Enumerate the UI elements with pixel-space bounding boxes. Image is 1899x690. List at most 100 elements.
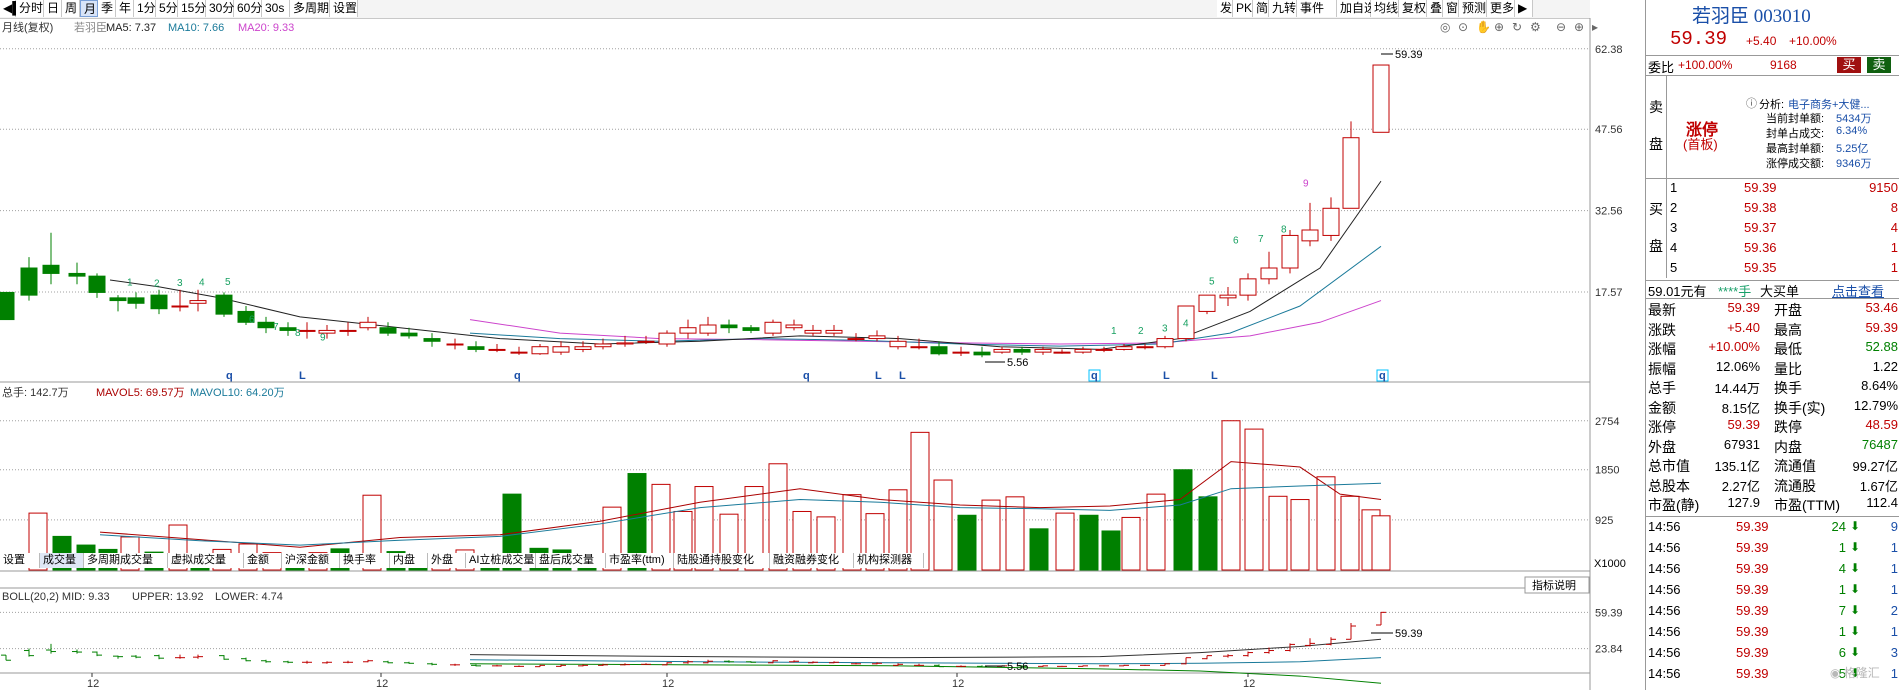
indicator-tab-10[interactable]: 盘后成交量: [536, 553, 606, 568]
buy-label-char2: 盘: [1649, 238, 1663, 254]
price-axis-tick: 47.56: [1595, 124, 1623, 136]
tool-button-9[interactable]: 窗: [1443, 0, 1459, 17]
zoom-icon: ⊙: [1458, 20, 1468, 34]
candle-body: [720, 324, 738, 329]
candle-body: [215, 294, 233, 315]
tool-button-5[interactable]: 加自选: [1337, 0, 1376, 17]
limit-stat-value: 5434万: [1836, 113, 1872, 125]
price-axis: 62.38 47.56 32.56 17.57: [1595, 44, 1623, 299]
period-tab-5[interactable]: 年: [116, 0, 134, 17]
quote-value: 8.64%: [1861, 378, 1898, 393]
tool-button-1[interactable]: PK: [1233, 0, 1253, 17]
quote-label: 涨停: [1648, 419, 1676, 435]
candle-body: [952, 351, 970, 354]
period-tab-7[interactable]: 5分: [156, 0, 178, 17]
tick-time: 14:56: [1648, 561, 1681, 576]
quote-value: 59.39: [1727, 417, 1760, 432]
tool-button-11[interactable]: 更多: [1487, 0, 1515, 17]
period-tab-13[interactable]: 设置: [330, 0, 358, 17]
period-tab-3[interactable]: 月: [80, 0, 98, 17]
indicator-tab-4[interactable]: 金额: [244, 553, 282, 568]
buy-button[interactable]: 买: [1837, 57, 1861, 73]
kline-chart[interactable]: 月线(复权) 若羽臣 MA5: 7.37 MA10: 7.66 MA20: 9.…: [0, 18, 1645, 690]
quote-label: 换手(实): [1774, 399, 1826, 416]
quote-value: 12.79%: [1853, 397, 1898, 413]
candle-body: [488, 348, 506, 351]
chart-tool-icons[interactable]: ◎ ⊙ ✋ ⊕ ↻ ⚙ ⊖ ⊕ ▸: [1440, 20, 1598, 34]
indicator-tab-1[interactable]: 成交量: [40, 553, 84, 568]
settings-icon: ⚙: [1530, 20, 1541, 34]
x-axis-label: 12: [662, 678, 674, 690]
candle-body: [594, 343, 612, 348]
period-tab-0[interactable]: 分时: [16, 0, 44, 17]
tick-volume: 24: [1831, 519, 1846, 534]
indicator-tab-14[interactable]: 机构探测器: [854, 553, 924, 568]
indicator-tab-0[interactable]: 设置: [0, 553, 40, 568]
tool-button-10[interactable]: 预测: [1459, 0, 1487, 17]
td-up-mark: 2: [1138, 326, 1144, 337]
tool-button-8[interactable]: 叠: [1427, 0, 1443, 17]
indicator-tab-13[interactable]: 融资融券变化: [770, 553, 854, 568]
pattern-mark: q: [514, 370, 521, 382]
price-change-pct: +10.00%: [1789, 34, 1837, 48]
indicator-tab-12[interactable]: 陆股通持股变化: [674, 553, 770, 568]
tick-count: 1: [1890, 666, 1898, 681]
td-down-mark: 8: [295, 328, 301, 339]
candle-body: [1342, 137, 1360, 209]
tool-button-0[interactable]: 发: [1217, 0, 1233, 17]
quote-label: 开盘: [1774, 302, 1802, 318]
indicator-tab-2[interactable]: 多周期成交量: [84, 553, 168, 568]
period-tab-9[interactable]: 30分: [206, 0, 234, 17]
nav-back-icon[interactable]: ◀▌: [0, 0, 21, 17]
candle-body: [1013, 348, 1031, 353]
pattern-mark: q: [1091, 370, 1098, 382]
weibi-value: 9168: [1770, 58, 1797, 72]
indicator-tab-9[interactable]: AI立桩成交量: [466, 553, 536, 568]
stock-name-label: 若羽臣: [74, 21, 107, 34]
indicator-tab-8[interactable]: 外盘: [428, 553, 466, 568]
period-tab-1[interactable]: 日: [44, 0, 62, 17]
tool-button-3[interactable]: 九转: [1269, 0, 1297, 17]
indicator-tab-6[interactable]: 换手率: [340, 553, 390, 568]
candle-body: [1281, 234, 1299, 269]
indicator-tab-3[interactable]: 虚拟成交量: [168, 553, 244, 568]
candle-body: [889, 340, 907, 348]
sell-button[interactable]: 卖: [1867, 57, 1891, 73]
tick-count: 1: [1890, 624, 1898, 639]
buy-label-char1: 买: [1649, 201, 1663, 217]
td-down-mark: 7: [273, 322, 279, 333]
candle-body: [552, 346, 570, 353]
period-tab-12[interactable]: 多周期: [290, 0, 330, 17]
quote-value: 8.15亿: [1721, 400, 1760, 416]
candle-body: [868, 335, 886, 340]
buy-level: 4: [1670, 240, 1678, 255]
price-title: 月线(复权): [2, 20, 53, 34]
period-tab-4[interactable]: 季: [98, 0, 116, 17]
period-tab-11[interactable]: 30s: [262, 0, 290, 17]
indicator-tab-5[interactable]: 沪深金额: [282, 553, 340, 568]
tool-button-6[interactable]: 均线: [1371, 0, 1399, 17]
quote-label: 振幅: [1648, 360, 1676, 377]
limit-stat-value: 9346万: [1836, 158, 1872, 170]
period-tab-10[interactable]: 60分: [234, 0, 262, 17]
period-tab-8[interactable]: 15分: [178, 0, 206, 17]
candle-body: [742, 327, 760, 331]
buy-price: 59.36: [1744, 240, 1777, 255]
tick-time: 14:56: [1648, 582, 1681, 597]
tool-button-4[interactable]: 事件: [1297, 0, 1337, 17]
tool-button-2[interactable]: 简: [1253, 0, 1269, 17]
volume-bar: [1244, 428, 1264, 571]
indicator-tab-11[interactable]: 市盈率(ttm): [606, 553, 674, 568]
candle-body: [930, 346, 948, 355]
tick-price: 59.39: [1736, 666, 1769, 681]
period-tab-2[interactable]: 周: [62, 0, 80, 17]
tool-button-7[interactable]: 复权: [1399, 0, 1427, 17]
indicator-tab-7[interactable]: 内盘: [390, 553, 428, 568]
nav-forward-icon[interactable]: ▶: [1515, 0, 1533, 17]
quote-label: 量比: [1774, 360, 1802, 377]
tick-volume: 6: [1838, 645, 1846, 660]
tick-count: 9: [1890, 519, 1898, 534]
pattern-mark: L: [875, 370, 882, 382]
period-tab-6[interactable]: 1分: [134, 0, 156, 17]
td-down-mark: 2: [154, 278, 160, 289]
